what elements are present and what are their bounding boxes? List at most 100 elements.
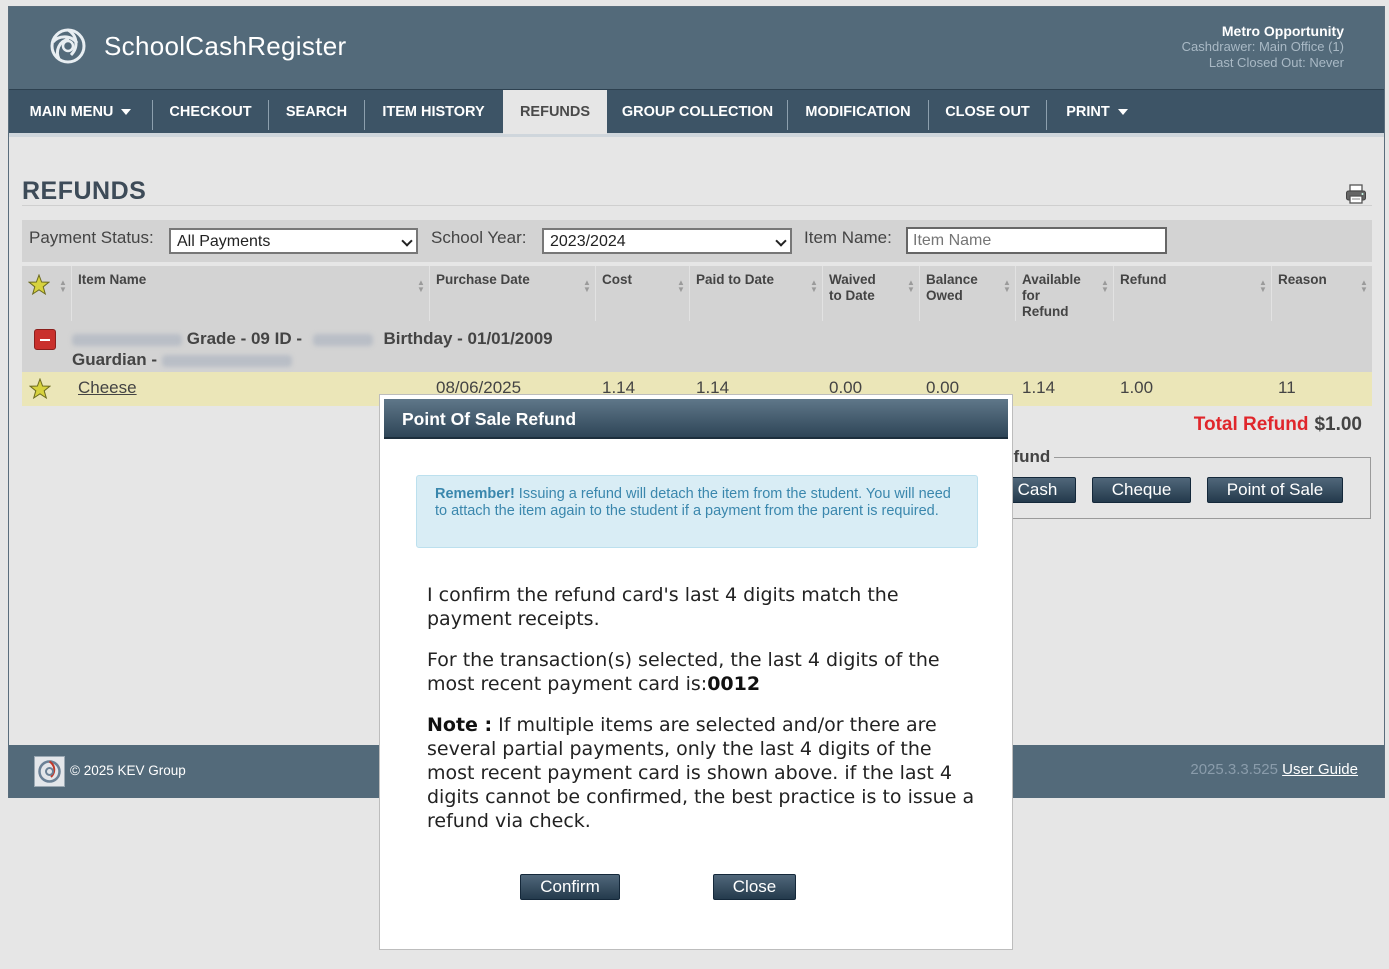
alert-strong: Remember! [435, 486, 515, 502]
col-label: Waived to Date [829, 272, 876, 303]
star-icon[interactable] [29, 378, 51, 400]
title-divider [22, 205, 1372, 206]
chevron-down-icon [775, 235, 787, 247]
chevron-down-icon [401, 235, 413, 247]
user-guide-link[interactable]: User Guide [1282, 761, 1358, 778]
sort-icon: ▲ ▼ [59, 278, 67, 294]
collapse-icon[interactable] [34, 329, 56, 350]
nav-print-label: PRINT [1066, 104, 1110, 120]
confirm-statement: I confirm the refund card's last 4 digit… [427, 584, 899, 630]
main-nav: MAIN MENU CHECKOUT SEARCH ITEM HISTORY R… [9, 89, 1384, 137]
card-digits-statement: For the transaction(s) selected, the las… [427, 648, 982, 696]
nav-modification[interactable]: MODIFICATION [788, 90, 928, 134]
col-label: Paid to Date [696, 272, 775, 287]
payment-status-select[interactable]: All Payments [169, 228, 418, 254]
card-digits-value: 0012 [707, 673, 761, 695]
col-paid-to-date[interactable]: Paid to Date ▲ ▼ [690, 266, 823, 321]
col-balance-owed[interactable]: Balance Owed ▲ ▼ [920, 266, 1016, 321]
guardian-label: Guardian - [72, 350, 158, 369]
nav-print[interactable]: PRINT [1047, 90, 1147, 134]
guardian-info: Guardian - [72, 350, 292, 370]
nav-checkout[interactable]: CHECKOUT [153, 90, 268, 134]
cell-reason[interactable]: 11 [1278, 378, 1296, 398]
col-label: Item Name [78, 272, 147, 287]
app-header: SchoolCashRegister Metro Opportunity Cas… [9, 7, 1384, 89]
footer-links: 2025.3.3.525 User Guide [1190, 761, 1358, 778]
printer-icon[interactable] [1345, 183, 1367, 205]
dialog-title: Point Of Sale Refund [402, 409, 577, 429]
col-label: Available for Refund [1022, 272, 1081, 319]
org-name: Metro Opportunity [1221, 23, 1344, 39]
select-all-column[interactable]: ▲ ▼ [22, 266, 72, 321]
total-refund-value: $1.00 [1314, 414, 1362, 435]
sort-icon: ▲ ▼ [1003, 278, 1011, 294]
payment-status-label: Payment Status: [29, 228, 154, 247]
cell-available-for-refund: 1.14 [1022, 378, 1056, 397]
sort-icon: ▲ ▼ [417, 278, 425, 294]
last-closed-status: Last Closed Out: Never [1208, 55, 1344, 70]
card-digits-text: For the transaction(s) selected, the las… [427, 649, 940, 695]
cell-refund[interactable]: 1.00 [1120, 378, 1153, 398]
redacted-guardian-name [161, 354, 292, 367]
school-year-value: 2023/2024 [550, 233, 626, 250]
redacted-student-name [72, 333, 182, 346]
sort-icon: ▲ ▼ [907, 278, 915, 294]
page-title: REFUNDS [22, 177, 147, 205]
col-item-name[interactable]: Item Name ▲ ▼ [72, 266, 430, 321]
sort-icon: ▲ ▼ [1259, 278, 1267, 294]
sort-icon: ▲ ▼ [1101, 278, 1109, 294]
close-button[interactable]: Close [713, 874, 796, 900]
kev-logo-icon [34, 756, 65, 787]
item-name-input[interactable] [906, 227, 1167, 254]
col-available-for-refund[interactable]: Available for Refund ▲ ▼ [1016, 266, 1114, 321]
cashdrawer-status: Cashdrawer: Main Office (1) [1181, 39, 1344, 54]
pos-refund-dialog: Point Of Sale Refund Remember! Issuing a… [379, 394, 1013, 950]
student-grade-id: Grade - 09 ID - [186, 329, 302, 348]
school-year-label: School Year: [431, 228, 527, 247]
col-label: Cost [602, 272, 632, 287]
dialog-header: Point Of Sale Refund [384, 399, 1008, 439]
nav-main-menu-label: MAIN MENU [29, 104, 114, 120]
note-statement: Note : If multiple items are selected an… [427, 713, 982, 833]
brand-name: SchoolCashRegister [104, 31, 347, 61]
col-label: Balance Owed [926, 272, 978, 303]
school-year-select[interactable]: 2023/2024 [542, 228, 792, 254]
sort-icon: ▲ ▼ [1360, 278, 1368, 294]
chevron-down-icon [121, 109, 132, 116]
col-reason[interactable]: Reason ▲ ▼ [1272, 266, 1372, 321]
total-refund: Total Refund $1.00 [1194, 414, 1362, 436]
table-header: ▲ ▼ Item Name ▲ ▼ Purchase Date ▲ ▼ Cost ▲ ▼ Pa… [22, 266, 1372, 321]
col-label: Reason [1278, 272, 1327, 287]
col-refund[interactable]: Refund ▲ ▼ [1114, 266, 1272, 321]
info-alert: Remember! Issuing a refund will detach t… [416, 475, 978, 548]
item-name-link[interactable]: Cheese [78, 378, 137, 398]
redacted-student-id [312, 333, 373, 346]
sort-icon: ▲ ▼ [810, 278, 818, 294]
logo-icon [50, 28, 86, 64]
confirm-button[interactable]: Confirm [520, 874, 620, 900]
nav-item-history[interactable]: ITEM HISTORY [365, 90, 502, 134]
payment-status-value: All Payments [177, 233, 271, 250]
nav-main-menu[interactable]: MAIN MENU [9, 90, 152, 134]
point-of-sale-button[interactable]: Point of Sale [1207, 477, 1343, 503]
version-number: 2025.3.3.525 [1190, 761, 1278, 778]
item-name-label: Item Name: [804, 228, 892, 247]
filter-bar: Payment Status: All Payments School Year… [22, 220, 1372, 262]
cheque-button[interactable]: Cheque [1092, 477, 1191, 503]
student-group-row: Grade - 09 ID - Birthday - 01/01/2009 Gu… [22, 321, 1372, 372]
col-purchase-date[interactable]: Purchase Date ▲ ▼ [430, 266, 596, 321]
copyright: © 2025 KEV Group [70, 763, 186, 778]
nav-refunds[interactable]: REFUNDS [503, 90, 607, 134]
star-icon [28, 274, 50, 296]
total-refund-label: Total Refund [1193, 414, 1309, 435]
col-waived-to-date[interactable]: Waived to Date ▲ ▼ [823, 266, 920, 321]
account-info: Metro Opportunity Cashdrawer: Main Offic… [1182, 23, 1344, 71]
nav-close-out[interactable]: CLOSE OUT [929, 90, 1046, 134]
sort-icon: ▲ ▼ [677, 278, 685, 294]
nav-search[interactable]: SEARCH [269, 90, 364, 134]
nav-group-collection[interactable]: GROUP COLLECTION [609, 90, 786, 134]
col-label: Refund [1120, 272, 1167, 287]
col-cost[interactable]: Cost ▲ ▼ [596, 266, 690, 321]
note-text: If multiple items are selected and/or th… [427, 714, 975, 832]
sort-icon: ▲ ▼ [583, 278, 591, 294]
